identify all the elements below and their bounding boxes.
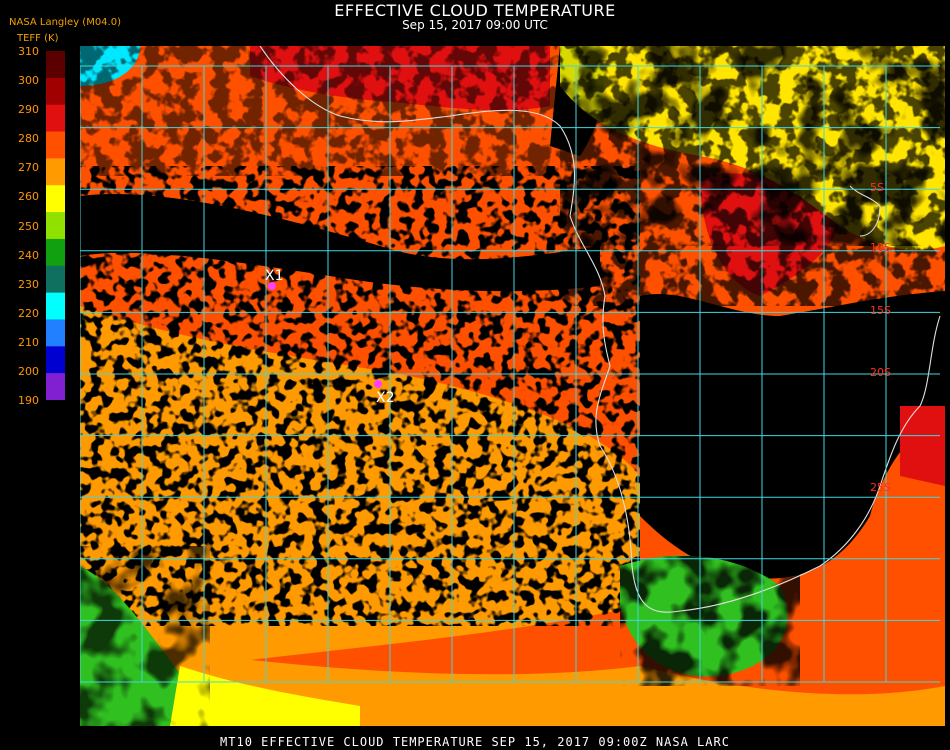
imagery-layer <box>80 46 945 726</box>
colorbar-tick-label: 220 <box>18 306 39 320</box>
marker-label: X1 <box>265 268 284 284</box>
south-teal-texture <box>620 556 800 686</box>
colorbar-tick-label: 210 <box>18 335 39 349</box>
colorbar-segment <box>46 265 65 294</box>
colorbar-segment <box>46 292 65 320</box>
colorbar-segment <box>46 238 65 267</box>
marker-label: X2 <box>376 390 395 406</box>
colorbar-tick-label: 290 <box>18 103 39 117</box>
colorbar-unit-label: TEFF (K) <box>17 33 59 44</box>
colorbar-segment <box>46 319 65 347</box>
colorbar-segment <box>46 185 65 213</box>
colorbar-segment <box>46 51 65 79</box>
latitude-label: 25S <box>870 481 891 494</box>
convective-red-texture <box>560 46 945 306</box>
colorbar-segment <box>46 212 65 240</box>
colorbar-tick-label: 260 <box>18 190 39 204</box>
colorbar-segment <box>46 346 65 374</box>
colorbar-tick-label: 240 <box>18 248 39 262</box>
colorbar-tick-label: 250 <box>18 219 39 233</box>
marker-dot <box>374 380 382 388</box>
latitude-label: 15S <box>870 304 891 317</box>
colorbar-tick-label: 190 <box>18 394 39 407</box>
latitude-label: 10S <box>870 241 891 254</box>
cloud-temperature-map: 5S 10S 15S 20S 25S X1 X2 <box>80 46 945 726</box>
latitude-label: 5S <box>870 181 884 194</box>
sw-teal-texture <box>80 546 210 726</box>
colorbar-segment <box>46 104 65 133</box>
colorbar-tick-label: 280 <box>18 132 39 146</box>
product-credit: NASA Langley (M04.0) <box>9 17 121 28</box>
temperature-colorbar <box>46 51 65 400</box>
colorbar-segment <box>46 373 65 400</box>
latitude-label: 20S <box>870 366 891 379</box>
colorbar-tick-label: 230 <box>18 277 39 291</box>
map-timestamp: Sep 15, 2017 09:00 UTC <box>402 18 548 32</box>
colorbar-tick-label: 310 <box>18 45 39 58</box>
colorbar-segment <box>46 131 65 159</box>
colorbar-tick-label: 270 <box>18 161 39 175</box>
colorbar-segment <box>46 158 65 186</box>
footer-caption: MT10 EFFECTIVE CLOUD TEMPERATURE SEP 15,… <box>220 735 730 749</box>
colorbar-segment <box>46 77 65 106</box>
colorbar-tick-label: 300 <box>18 74 39 88</box>
colorbar-tick-label: 200 <box>18 364 39 378</box>
red-east-region <box>900 406 945 486</box>
